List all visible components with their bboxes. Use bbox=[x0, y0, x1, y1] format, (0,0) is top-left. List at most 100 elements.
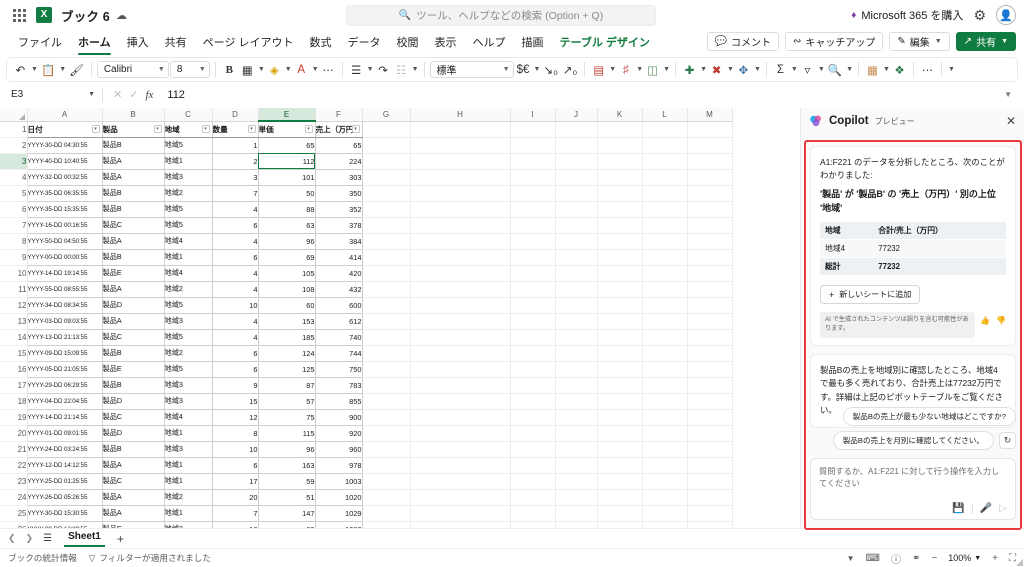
thumbs-down-icon[interactable]: 👎 bbox=[996, 316, 1006, 325]
empty-cell[interactable] bbox=[597, 361, 643, 378]
grid-cell[interactable]: 115 bbox=[258, 425, 316, 442]
empty-cell[interactable] bbox=[555, 393, 598, 410]
grid-cell[interactable]: 16 bbox=[212, 521, 259, 528]
grid-cell[interactable]: 57 bbox=[258, 393, 316, 410]
grid-cell[interactable]: 10 bbox=[212, 297, 259, 314]
buy-microsoft365-button[interactable]: ♦ Microsoft 365 を購入 bbox=[851, 7, 963, 23]
empty-cell[interactable] bbox=[510, 233, 556, 250]
grid-cell[interactable]: 1020 bbox=[315, 489, 363, 506]
empty-cell[interactable] bbox=[362, 393, 411, 410]
empty-cell[interactable] bbox=[362, 489, 411, 506]
empty-cell[interactable] bbox=[410, 169, 511, 186]
grid-cell[interactable]: 4 bbox=[212, 281, 259, 298]
accessibility-icon[interactable]: ⚭ bbox=[912, 553, 920, 564]
empty-cell[interactable] bbox=[510, 473, 556, 490]
grid-cell[interactable]: 地域4 bbox=[164, 409, 213, 426]
empty-cell[interactable] bbox=[410, 137, 511, 154]
row-header-4[interactable]: 4 bbox=[0, 169, 28, 186]
empty-cell[interactable] bbox=[597, 281, 643, 298]
empty-cell[interactable] bbox=[687, 329, 733, 346]
empty-cell[interactable] bbox=[597, 473, 643, 490]
empty-cell[interactable] bbox=[362, 297, 411, 314]
empty-cell[interactable] bbox=[642, 473, 688, 490]
column-header-d[interactable]: D bbox=[212, 108, 259, 122]
grid-cell[interactable]: 108 bbox=[258, 281, 316, 298]
empty-cell[interactable] bbox=[642, 425, 688, 442]
grid-cell[interactable]: 163 bbox=[258, 457, 316, 474]
empty-cell[interactable] bbox=[362, 249, 411, 266]
grid-cell[interactable]: 地域1 bbox=[164, 249, 213, 266]
grid-cell[interactable]: 6 bbox=[212, 361, 259, 378]
grid-cell[interactable]: 4 bbox=[212, 329, 259, 346]
empty-cell[interactable] bbox=[642, 329, 688, 346]
copilot-composer[interactable]: 質問するか、A1:F221 に対して行う操作を入力してください 💾 🎤 ▷ bbox=[810, 458, 1016, 520]
row-header-14[interactable]: 14 bbox=[0, 329, 28, 346]
ribbon-tab-home[interactable]: ホーム bbox=[70, 32, 119, 55]
row-header-26[interactable]: 26 bbox=[0, 521, 28, 528]
grid-cell[interactable]: YYYY-34-DD 08:34:55 bbox=[27, 297, 103, 314]
cloud-sync-icon[interactable]: ☁ bbox=[116, 9, 127, 22]
grid-cell[interactable]: 製品A bbox=[102, 457, 165, 474]
empty-cell[interactable] bbox=[410, 153, 511, 170]
ribbon-collapse-chevron-down-icon[interactable]: ▼ bbox=[948, 66, 955, 73]
empty-cell[interactable] bbox=[687, 201, 733, 218]
grid-cell[interactable]: 製品A bbox=[102, 489, 165, 506]
grid-cell[interactable]: 製品E bbox=[102, 361, 165, 378]
empty-cell[interactable] bbox=[362, 377, 411, 394]
grid-cell[interactable]: YYYY-35-DD 15:35:55 bbox=[27, 201, 103, 218]
empty-cell[interactable] bbox=[597, 137, 643, 154]
row-header-8[interactable]: 8 bbox=[0, 233, 28, 250]
grid-cell[interactable]: YYYY-09-DD 13:09:55 bbox=[27, 521, 103, 528]
fill-color-icon[interactable]: ◈ bbox=[266, 60, 283, 80]
insert-chevron-down-icon[interactable]: ▼ bbox=[700, 66, 707, 73]
grid-cell[interactable]: 68 bbox=[258, 521, 316, 528]
align-left-icon[interactable]: ☰ bbox=[348, 60, 365, 80]
empty-cell[interactable] bbox=[510, 409, 556, 426]
grid-cell[interactable]: 978 bbox=[315, 457, 363, 474]
grid-cell[interactable]: 51 bbox=[258, 489, 316, 506]
row-header-15[interactable]: 15 bbox=[0, 345, 28, 362]
empty-cell[interactable] bbox=[597, 457, 643, 474]
grid-cell[interactable]: 87 bbox=[258, 377, 316, 394]
font-more-ellipsis-icon[interactable]: ⋯ bbox=[320, 60, 337, 80]
empty-cell[interactable] bbox=[597, 489, 643, 506]
grid-cell[interactable]: 50 bbox=[258, 185, 316, 202]
grid-cell[interactable]: 740 bbox=[315, 329, 363, 346]
font-color-icon[interactable]: A bbox=[293, 60, 310, 80]
microphone-icon[interactable]: 🎤 bbox=[980, 503, 992, 514]
row-header-2[interactable]: 2 bbox=[0, 137, 28, 154]
grid-cell[interactable]: YYYY-01-DD 09:01:55 bbox=[27, 425, 103, 442]
gear-icon[interactable]: ⚙ bbox=[973, 7, 986, 24]
grid-cell[interactable]: 12 bbox=[212, 409, 259, 426]
grid-cell[interactable]: YYYY-09-DD 15:09:55 bbox=[27, 345, 103, 362]
grid-cell[interactable]: 783 bbox=[315, 377, 363, 394]
empty-cell[interactable] bbox=[687, 377, 733, 394]
filter-dropdown-icon[interactable]: ▾ bbox=[304, 125, 313, 133]
empty-cell[interactable] bbox=[687, 265, 733, 282]
fill-chevron-down-icon[interactable]: ▼ bbox=[285, 66, 292, 73]
minus-icon[interactable]: − bbox=[931, 553, 937, 564]
empty-cell[interactable] bbox=[555, 489, 598, 506]
grid-cell[interactable]: 地域3 bbox=[164, 313, 213, 330]
empty-cell[interactable] bbox=[597, 409, 643, 426]
account-avatar-icon[interactable]: 👤 bbox=[996, 5, 1016, 25]
empty-cell[interactable] bbox=[597, 505, 643, 522]
autosum-chevron-down-icon[interactable]: ▼ bbox=[791, 66, 798, 73]
empty-cell[interactable] bbox=[510, 361, 556, 378]
grid-cell[interactable]: 製品B bbox=[102, 201, 165, 218]
grid-cell[interactable]: 製品B bbox=[102, 377, 165, 394]
grid-cell[interactable]: 65 bbox=[258, 137, 316, 154]
empty-cell[interactable] bbox=[597, 201, 643, 218]
ribbon-tab-table-design[interactable]: テーブル デザイン bbox=[552, 32, 658, 52]
empty-cell[interactable] bbox=[362, 505, 411, 522]
grid-cell[interactable]: 地域2 bbox=[164, 521, 213, 528]
empty-cell[interactable] bbox=[410, 377, 511, 394]
autosum-icon[interactable]: Σ bbox=[772, 60, 789, 80]
font-size-select[interactable]: 8 ▼ bbox=[169, 61, 210, 78]
thumbs-up-icon[interactable]: 👍 bbox=[980, 316, 990, 325]
grid-cell[interactable]: 製品A bbox=[102, 233, 165, 250]
grid-cell[interactable]: 製品C bbox=[102, 217, 165, 234]
empty-cell[interactable] bbox=[597, 249, 643, 266]
empty-cell[interactable] bbox=[597, 233, 643, 250]
sort-filter-icon[interactable]: ▿ bbox=[799, 60, 816, 80]
